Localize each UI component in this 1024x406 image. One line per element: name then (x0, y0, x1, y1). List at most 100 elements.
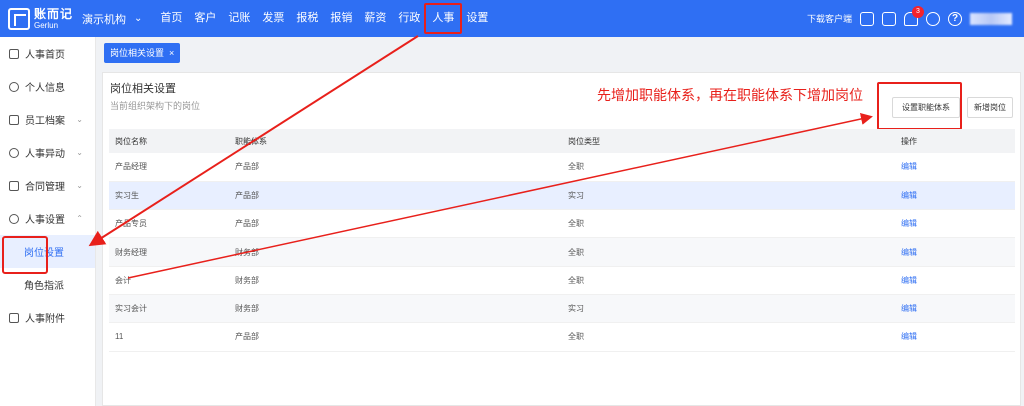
brand-sub: Gerlun (34, 20, 59, 30)
table-row[interactable]: 会计 财务部 全职 编辑 (109, 266, 1015, 295)
brand-name: 账而记 (34, 6, 74, 21)
sidebar-item-hr-home[interactable]: 人事首页 (0, 37, 95, 70)
cell-system: 财务部 (229, 266, 562, 295)
column-header: 岗位名称 (109, 129, 229, 153)
user-icon (9, 81, 19, 92)
user-switch-icon (9, 147, 19, 158)
cell-type: 实习 (562, 181, 895, 211)
gear-icon (9, 213, 19, 224)
cell-position: 产品专员 (109, 209, 229, 239)
sidebar-item-label: 人事附件 (25, 314, 65, 325)
nav-settings[interactable]: 设置 (460, 0, 494, 37)
edit-link[interactable]: 编辑 (895, 294, 1015, 324)
annotation-text: 先增加职能体系，再在职能体系下增加岗位 (597, 87, 863, 103)
org-selector[interactable]: 演示机构 ⌄ (82, 11, 142, 27)
chevron-down-icon: ⌄ (76, 148, 83, 157)
sidebar-item-label: 人事设置 (25, 215, 65, 226)
tab-bar: 岗位相关设置 × (96, 37, 1024, 67)
table-header-row: 岗位名称 职能体系 岗位类型 操作 (109, 129, 1015, 153)
help-icon[interactable]: ? (948, 11, 962, 26)
cell-position: 会计 (109, 266, 229, 295)
nav-home[interactable]: 首页 (154, 0, 188, 37)
top-navbar: 账而记 Gerlun 演示机构 ⌄ 首页 客户 记账 发票 报税 报销 薪资 行… (0, 0, 1024, 37)
cell-type: 全职 (562, 209, 895, 239)
table-row[interactable]: 11 产品部 全职 编辑 (109, 322, 1015, 352)
edit-link[interactable]: 编辑 (895, 266, 1015, 295)
cell-system: 财务部 (229, 237, 562, 267)
chevron-down-icon: ⌄ (134, 13, 143, 24)
folder-icon (9, 312, 19, 323)
edit-link[interactable]: 编辑 (895, 181, 1015, 211)
sidebar-item-hr-attachments[interactable]: 人事附件 (0, 301, 95, 334)
nav-reimbursement[interactable]: 报销 (324, 0, 358, 37)
sidebar-item-label: 合同管理 (25, 182, 65, 193)
logo-icon (8, 7, 30, 30)
set-function-system-button[interactable]: 设置职能体系 (892, 97, 960, 118)
edit-link[interactable]: 编辑 (895, 209, 1015, 239)
sidebar-item-position-settings[interactable]: 岗位设置 (0, 235, 95, 268)
main-nav: 首页 客户 记账 发票 报税 报销 薪资 行政 人事 设置 (154, 0, 494, 37)
sidebar-item-label: 人事首页 (25, 50, 65, 61)
cell-system: 财务部 (229, 294, 562, 324)
cell-type: 全职 (562, 266, 895, 295)
cell-system: 产品部 (229, 209, 562, 239)
table-row[interactable]: 财务经理 财务部 全职 编辑 (109, 237, 1015, 267)
bell-icon[interactable]: 3 (904, 5, 924, 26)
cell-position: 实习生 (109, 181, 229, 211)
cell-type: 全职 (562, 153, 895, 182)
cell-position: 11 (109, 322, 229, 352)
id-card-icon (9, 114, 19, 125)
close-icon[interactable]: × (169, 43, 174, 63)
page-title: 岗位相关设置 (110, 83, 176, 95)
table-row[interactable]: 实习生 产品部 实习 编辑 (109, 181, 1015, 211)
sidebar-item-employee-files[interactable]: 员工档案 ⌄ (0, 103, 95, 136)
org-label: 演示机构 (82, 13, 126, 26)
scan-icon[interactable] (860, 11, 874, 26)
cell-system: 产品部 (229, 181, 562, 211)
sidebar-item-contracts[interactable]: 合同管理 ⌄ (0, 169, 95, 202)
edit-link[interactable]: 编辑 (895, 237, 1015, 267)
table-row[interactable]: 实习会计 财务部 实习 编辑 (109, 294, 1015, 324)
nav-payroll[interactable]: 薪资 (358, 0, 392, 37)
column-header: 职能体系 (229, 129, 562, 153)
tab-position-settings[interactable]: 岗位相关设置 × (104, 43, 181, 63)
top-right-tools: 下载客户端 3 ? (807, 0, 1024, 37)
cell-position: 实习会计 (109, 294, 229, 324)
column-header: 岗位类型 (562, 129, 895, 153)
table-row[interactable]: 产品经理 产品部 全职 编辑 (109, 153, 1015, 182)
sidebar-item-label: 个人信息 (25, 83, 65, 94)
nav-bookkeeping[interactable]: 记账 (222, 0, 256, 37)
sidebar-item-hr-settings[interactable]: 人事设置 ⌃ (0, 202, 95, 235)
edit-link[interactable]: 编辑 (895, 153, 1015, 182)
brand-logo[interactable]: 账而记 Gerlun (8, 6, 76, 30)
sidebar-item-role-assignment[interactable]: 角色指派 (0, 268, 95, 301)
cell-system: 产品部 (229, 322, 562, 352)
cell-position: 产品经理 (109, 153, 229, 182)
nav-invoices[interactable]: 发票 (256, 0, 290, 37)
cell-type: 实习 (562, 294, 895, 324)
sidebar: 人事首页 个人信息 员工档案 ⌄ 人事异动 ⌄ 合同管理 ⌄ 人事设置 ⌃ 岗位… (0, 37, 96, 406)
chevron-down-icon: ⌄ (76, 115, 83, 124)
nav-customers[interactable]: 客户 (188, 0, 222, 37)
home-icon (9, 48, 19, 59)
task-icon[interactable] (882, 11, 896, 26)
table-row[interactable]: 产品专员 产品部 全职 编辑 (109, 209, 1015, 239)
column-header: 操作 (895, 129, 1015, 153)
tab-label: 岗位相关设置 (110, 48, 165, 58)
contract-icon (9, 180, 19, 191)
download-client-link[interactable]: 下载客户端 (807, 12, 852, 25)
edit-link[interactable]: 编辑 (895, 322, 1015, 352)
nav-hr[interactable]: 人事 (424, 0, 463, 37)
add-position-button[interactable]: 新增岗位 (967, 97, 1013, 118)
headset-icon[interactable] (926, 11, 940, 26)
positions-table: 岗位名称 职能体系 岗位类型 操作 产品经理 产品部 全职 编辑 实习生 产品部… (109, 129, 1015, 352)
sidebar-item-personal-info[interactable]: 个人信息 (0, 70, 95, 103)
notification-badge: 3 (912, 5, 924, 18)
nav-admin[interactable]: 行政 (392, 0, 426, 37)
sidebar-item-hr-changes[interactable]: 人事异动 ⌄ (0, 136, 95, 169)
cell-type: 全职 (562, 322, 895, 352)
nav-tax[interactable]: 报税 (290, 0, 324, 37)
chevron-up-icon: ⌃ (76, 214, 83, 223)
user-avatar[interactable] (970, 12, 1012, 25)
sidebar-item-label: 员工档案 (25, 116, 65, 127)
